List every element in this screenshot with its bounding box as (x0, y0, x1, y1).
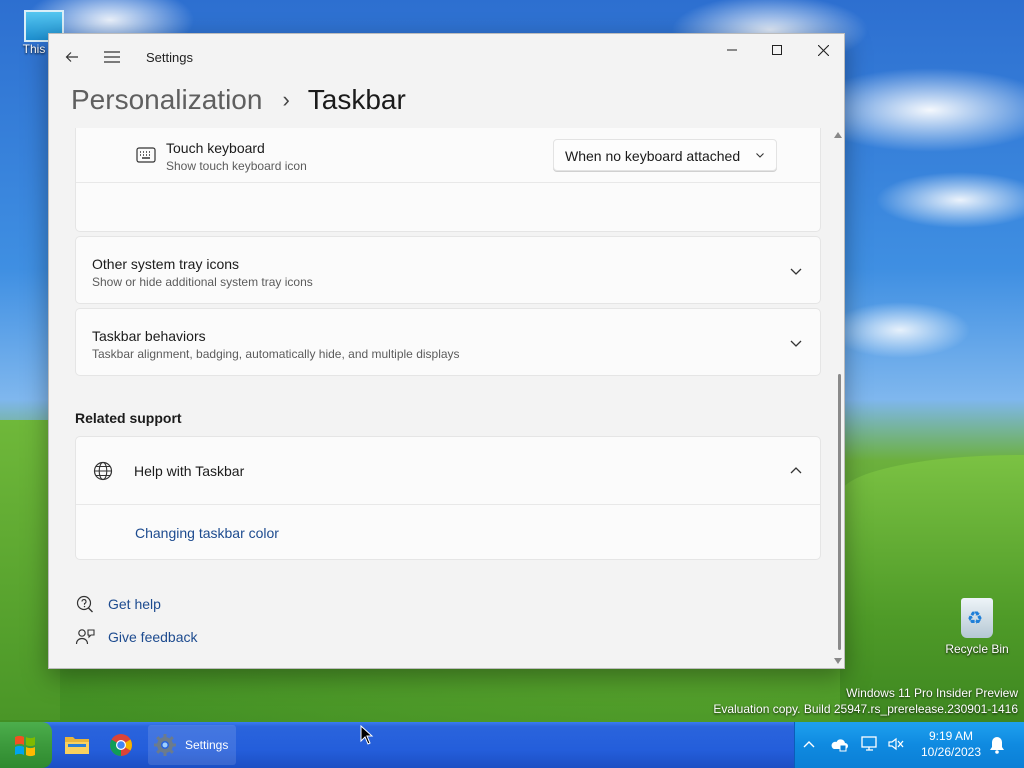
settings-content: Touch keyboard Show touch keyboard icon … (49, 128, 844, 668)
chevron-down-icon (756, 153, 764, 158)
gear-icon (154, 734, 176, 756)
system-tray: 9:19 AM 10/26/2023 (794, 722, 1024, 768)
other-tray-subtitle: Show or hide additional system tray icon… (92, 275, 313, 289)
divider (76, 182, 820, 183)
file-explorer-taskbar-button[interactable] (61, 729, 93, 761)
get-help-link[interactable]: Get help (108, 596, 161, 612)
folder-icon (65, 737, 89, 754)
help-expander-header[interactable]: Help with Taskbar (76, 437, 820, 504)
scroll-up-arrow-icon[interactable] (834, 132, 842, 138)
settings-taskbar-button[interactable]: Settings (148, 725, 236, 765)
desktop-icon-recycle-bin[interactable]: ♻ Recycle Bin (942, 598, 1012, 656)
recycle-bin-icon: ♻ (961, 598, 993, 638)
network-icon[interactable] (861, 736, 879, 752)
volume-muted-icon[interactable] (887, 736, 905, 752)
touch-keyboard-dropdown[interactable]: When no keyboard attached (553, 139, 777, 171)
clock-time: 9:19 AM (928, 729, 974, 743)
globe-icon (93, 461, 113, 481)
breadcrumb-parent[interactable]: Personalization (71, 84, 262, 116)
breadcrumb-separator-icon: › (282, 87, 290, 112)
chevron-down-icon (790, 340, 802, 347)
scroll-thumb[interactable] (838, 374, 841, 650)
other-tray-title: Other system tray icons (92, 256, 240, 272)
feedback-icon (75, 629, 95, 645)
close-button[interactable] (800, 34, 844, 66)
get-help-row[interactable]: Get help (75, 594, 161, 614)
settings-taskbar-label: Settings (185, 738, 229, 752)
chevron-up-icon (790, 467, 802, 474)
recycle-bin-label: Recycle Bin (945, 642, 1009, 656)
touch-keyboard-subtitle: Show touch keyboard icon (166, 159, 307, 173)
watermark-line1: Windows 11 Pro Insider Preview (846, 686, 1018, 700)
minimize-button[interactable] (709, 34, 755, 66)
behaviors-title: Taskbar behaviors (92, 328, 206, 344)
other-tray-icons-card[interactable]: Other system tray icons Show or hide add… (75, 236, 821, 304)
breadcrumb: Personalization › Taskbar (71, 80, 406, 120)
give-feedback-row[interactable]: Give feedback (75, 627, 198, 647)
evaluation-watermark: Windows 11 Pro Insider Preview Evaluatio… (713, 685, 1018, 717)
close-icon (817, 44, 829, 56)
changing-taskbar-color-link[interactable]: Changing taskbar color (135, 525, 279, 541)
help-with-taskbar-card: Help with Taskbar Changing taskbar color (75, 436, 821, 560)
dropdown-value: When no keyboard attached (565, 148, 741, 164)
watermark-line2: Evaluation copy. Build 25947.rs_prerelea… (713, 702, 1018, 716)
notification-bell-icon[interactable] (989, 736, 1005, 754)
hamburger-icon (104, 51, 120, 63)
scroll-down-arrow-icon[interactable] (834, 658, 842, 664)
page-title: Taskbar (307, 84, 406, 115)
keyboard-icon (136, 147, 156, 163)
vertical-scrollbar[interactable] (832, 128, 844, 668)
back-button[interactable] (57, 42, 87, 72)
show-hidden-icons-chevron-up-icon[interactable] (803, 739, 815, 749)
menu-button[interactable] (97, 42, 127, 72)
chrome-taskbar-button[interactable] (105, 729, 137, 761)
windows-logo-icon (15, 735, 35, 757)
settings-window: Settings Personalization › Taskbar Touch… (48, 33, 845, 669)
start-button[interactable] (0, 722, 52, 768)
taskbar: Settings 9:19 AM 10/26/2023 (0, 722, 1024, 768)
help-title: Help with Taskbar (134, 463, 245, 479)
maximize-button[interactable] (754, 34, 800, 66)
app-title: Settings (146, 50, 193, 65)
clock-date: 10/26/2023 (920, 745, 982, 759)
behaviors-subtitle: Taskbar alignment, badging, automaticall… (92, 347, 460, 361)
give-feedback-link[interactable]: Give feedback (108, 629, 198, 645)
chevron-down-icon (790, 268, 802, 275)
touch-keyboard-title: Touch keyboard (166, 140, 265, 156)
touch-keyboard-card: Touch keyboard Show touch keyboard icon … (75, 128, 821, 232)
taskbar-behaviors-card[interactable]: Taskbar behaviors Taskbar alignment, bad… (75, 308, 821, 376)
back-arrow-icon (65, 52, 78, 62)
chrome-icon (110, 734, 132, 756)
clock[interactable]: 9:19 AM 10/26/2023 (919, 728, 983, 760)
onedrive-cloud-icon[interactable] (830, 736, 848, 752)
minimize-icon (727, 49, 737, 51)
mouse-cursor-icon (360, 725, 374, 745)
related-support-heading: Related support (75, 410, 182, 426)
title-bar: Settings (49, 34, 844, 80)
maximize-icon (772, 45, 782, 55)
help-chat-icon (76, 595, 93, 613)
divider (76, 504, 820, 505)
